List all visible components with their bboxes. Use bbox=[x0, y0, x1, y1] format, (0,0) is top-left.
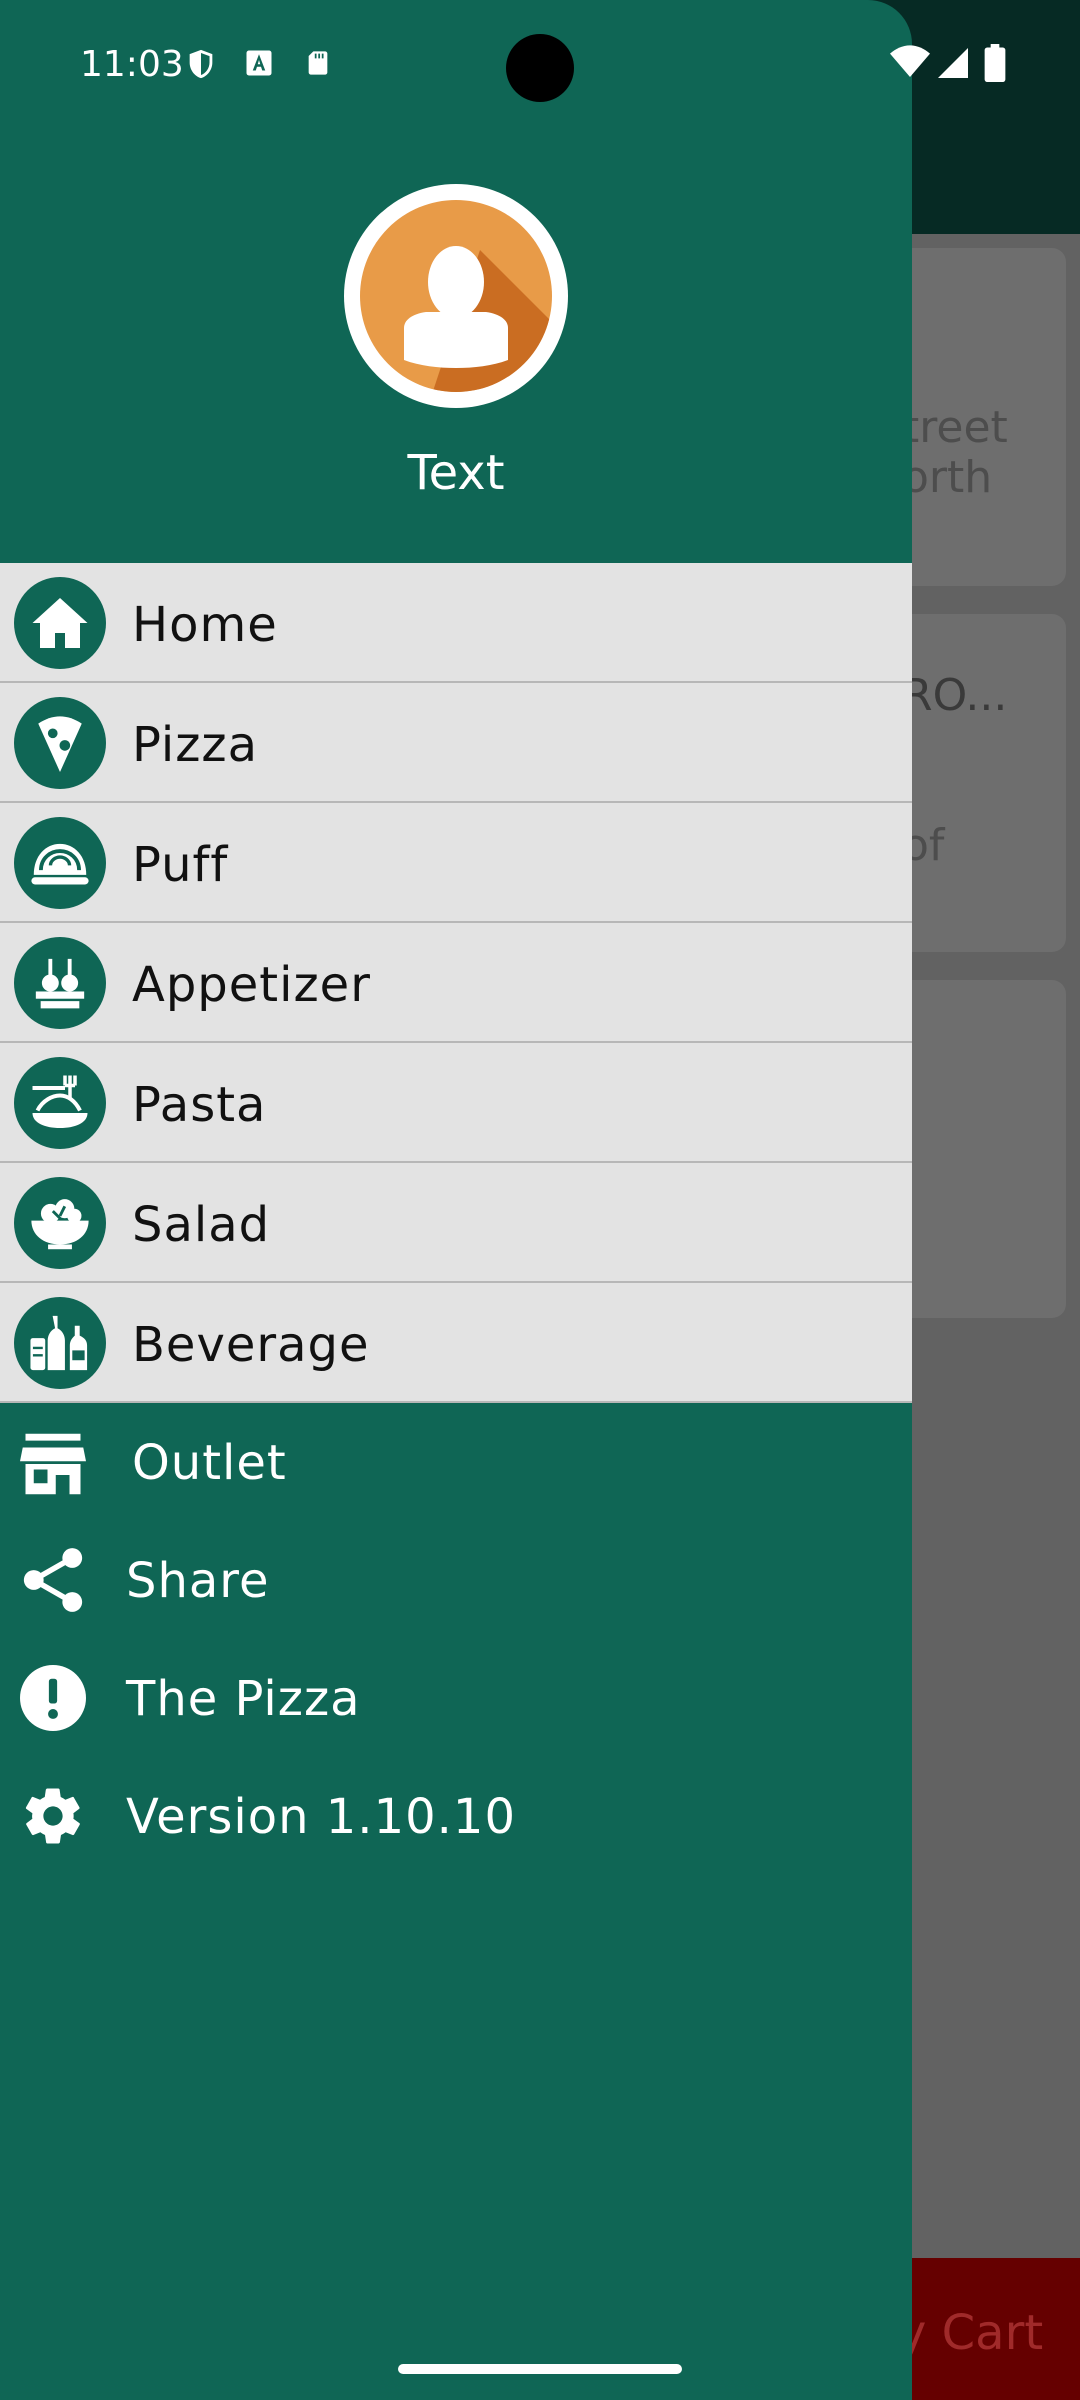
sd-card-icon bbox=[308, 51, 328, 75]
appetizer-icon bbox=[14, 937, 106, 1029]
category-item-puff[interactable]: Puff bbox=[0, 803, 912, 923]
category-label: Appetizer bbox=[132, 957, 371, 1013]
gesture-navigation-bar[interactable] bbox=[398, 2364, 682, 2374]
avatar-image bbox=[360, 200, 552, 392]
category-item-pasta[interactable]: Pasta bbox=[0, 1043, 912, 1163]
status-time: 11:03 bbox=[80, 44, 184, 85]
info-alert-icon bbox=[20, 1665, 86, 1731]
camera-cutout bbox=[506, 34, 574, 102]
menu-label: The Pizza bbox=[126, 1671, 361, 1727]
cellular-signal-icon bbox=[938, 48, 968, 78]
card-text: treet bbox=[902, 402, 1008, 453]
battery-icon bbox=[984, 44, 1006, 82]
category-label: Home bbox=[132, 597, 278, 653]
menu-item-outlet[interactable]: Outlet bbox=[0, 1395, 912, 1513]
category-list: Home Pizza Puff Appetizer Pasta Salad Be… bbox=[0, 563, 912, 1403]
drawer-header-title: Text bbox=[407, 445, 505, 501]
menu-label: Outlet bbox=[132, 1435, 287, 1491]
category-item-salad[interactable]: Salad bbox=[0, 1163, 912, 1283]
salad-bowl-icon bbox=[14, 1177, 106, 1269]
menu-item-version[interactable]: Version 1.10.10 bbox=[0, 1749, 912, 1867]
share-icon bbox=[23, 1548, 83, 1612]
gear-icon bbox=[25, 1788, 80, 1844]
card-text: orth bbox=[902, 452, 993, 503]
menu-label: Share bbox=[126, 1553, 270, 1609]
category-item-appetizer[interactable]: Appetizer bbox=[0, 923, 912, 1043]
pasta-icon bbox=[14, 1057, 106, 1149]
category-item-pizza[interactable]: Pizza bbox=[0, 683, 912, 803]
category-label: Pizza bbox=[132, 717, 259, 773]
category-item-beverage[interactable]: Beverage bbox=[0, 1283, 912, 1403]
menu-label: Version 1.10.10 bbox=[126, 1789, 516, 1845]
home-icon bbox=[14, 577, 106, 669]
wifi-icon bbox=[890, 45, 930, 77]
navigation-drawer: Text Home Pizza Puff Appetizer Pasta Sal… bbox=[0, 0, 912, 2400]
category-label: Puff bbox=[132, 837, 229, 893]
beverage-bottles-icon bbox=[14, 1297, 106, 1389]
pizza-slice-icon bbox=[14, 697, 106, 789]
category-label: Salad bbox=[132, 1197, 271, 1253]
avatar[interactable] bbox=[344, 184, 568, 408]
category-label: Beverage bbox=[132, 1317, 370, 1373]
puff-pastry-icon bbox=[14, 817, 106, 909]
cart-label: y Cart bbox=[898, 2305, 1044, 2361]
drawer-menu: Outlet Share The Pizza Version 1.10.10 bbox=[0, 1395, 912, 1867]
store-icon bbox=[20, 1433, 86, 1495]
menu-item-the-pizza[interactable]: The Pizza bbox=[0, 1631, 912, 1749]
card-text: RO... bbox=[902, 670, 1008, 721]
text-a-icon bbox=[246, 50, 272, 76]
category-label: Pasta bbox=[132, 1077, 267, 1133]
vpn-shield-icon bbox=[189, 49, 213, 79]
category-item-home[interactable]: Home bbox=[0, 563, 912, 683]
user-silhouette-icon bbox=[404, 246, 552, 392]
menu-item-share[interactable]: Share bbox=[0, 1513, 912, 1631]
